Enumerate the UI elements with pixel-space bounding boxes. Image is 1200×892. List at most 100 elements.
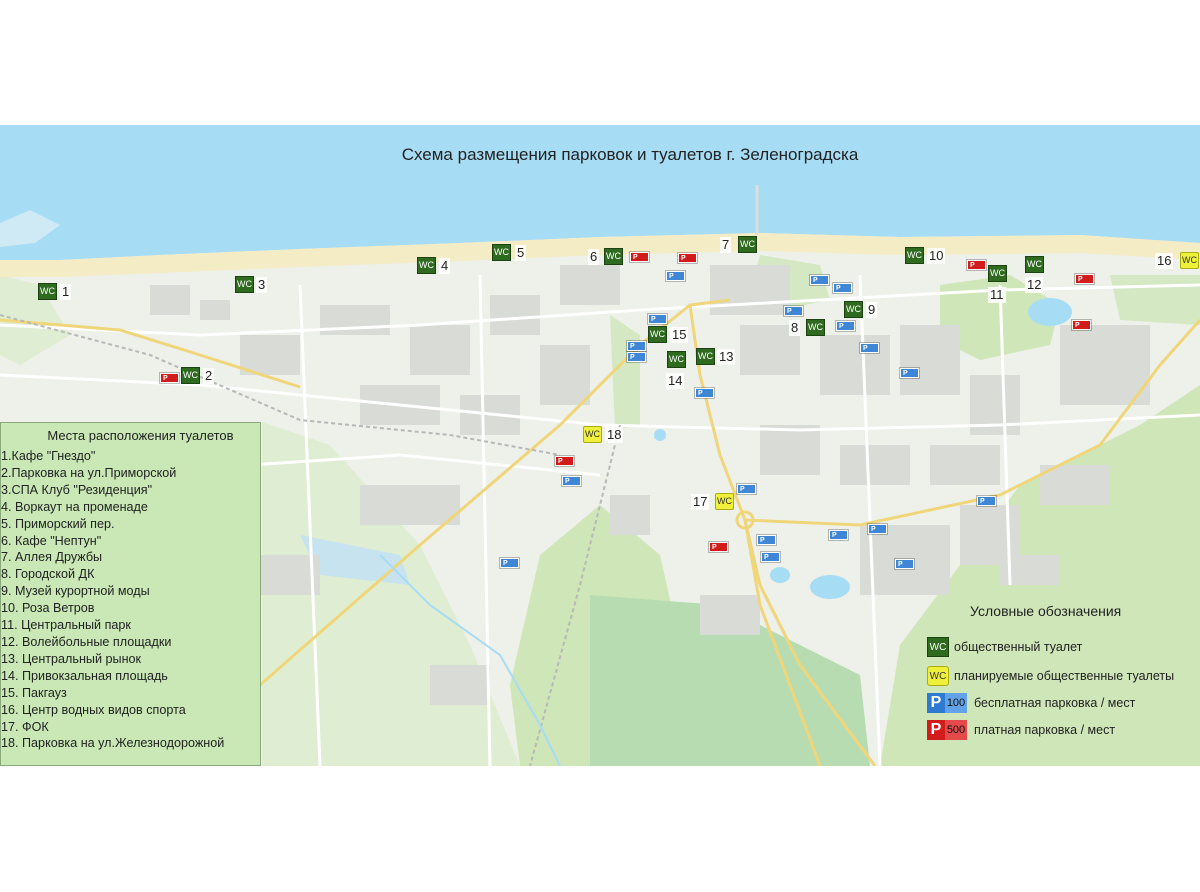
toilet-marker-num: 6 [588,249,600,265]
list-item: 7. Аллея Дружбы [1,550,103,565]
list-item: 17. ФОК [1,719,49,734]
toilet-marker-9[interactable]: WC [844,301,863,318]
toilet-marker-num: 1 [60,284,72,300]
toilet-marker-num: 5 [515,245,527,261]
list-item: 10. Роза Ветров [1,601,95,616]
planned-toilet-marker-18[interactable]: WC [583,426,602,443]
free-parking-marker[interactable]: P [860,343,879,353]
toilet-locations-list: 1.Кафе "Гнездо" 2.Парковка на ул.Приморс… [1,448,260,752]
toilet-marker-num: 7 [720,237,732,253]
free-parking-marker[interactable]: P [829,530,848,540]
toilet-marker-num: 11 [988,287,1006,303]
planned-toilet-marker-16[interactable]: WC [1180,252,1199,269]
toilet-marker-10[interactable]: WC [905,247,924,264]
free-parking-marker[interactable]: P [868,524,887,534]
list-item: 11. Центральный парк [1,618,131,633]
list-item: 14. Привокзальная площадь [1,668,168,683]
toilet-marker-num: 10 [927,248,946,264]
toilet-marker-5[interactable]: WC [492,244,511,261]
list-item: 2.Парковка на ул.Приморской [1,465,177,480]
planned-toilet-icon: WC [927,666,949,686]
toilet-marker-num: 2 [203,368,215,384]
parking-capacity: 500 [945,720,967,740]
toilet-marker-num: 18 [605,427,624,443]
legend-label: общественный туалет [954,640,1083,654]
paid-parking-marker[interactable]: P [1075,274,1094,284]
list-item: 16. Центр водных видов спорта [1,702,186,717]
toilet-marker-num: 14 [666,373,685,389]
paid-parking-marker[interactable]: P [709,542,728,552]
list-item: 3.СПА Клуб "Резиденция" [1,482,153,497]
paid-parking-marker[interactable]: P [967,260,986,270]
free-parking-marker[interactable]: P [648,314,667,324]
toilet-marker-num: 17 [691,494,710,510]
paid-parking-marker[interactable]: P [555,456,574,466]
free-parking-marker[interactable]: P [977,496,996,506]
toilet-locations-heading: Места расположения туалетов [47,428,234,443]
toilet-marker-num: 16 [1155,253,1174,269]
list-item: 1.Кафе "Гнездо" [1,449,96,463]
legend-heading: Условные обозначения [970,603,1122,619]
legend-label: планируемые общественные туалеты [954,669,1175,683]
toilet-marker-7[interactable]: WC [738,236,757,253]
list-item: 5. Приморский пер. [1,516,115,531]
toilet-marker-12[interactable]: WC [1025,256,1044,273]
free-parking-marker[interactable]: P [836,321,855,331]
parking-letter: P [927,693,945,713]
list-item: 18. Парковка на ул.Железнодорожной [1,736,225,751]
toilet-marker-14[interactable]: WC [667,351,686,368]
free-parking-marker[interactable]: P [895,559,914,569]
list-item: 4. Воркаут на променаде [1,499,148,514]
toilet-marker-3[interactable]: WC [235,276,254,293]
parking-letter: P [927,720,945,740]
free-parking-marker[interactable]: P [833,283,852,293]
toilet-marker-num: 13 [717,349,736,365]
toilet-marker-num: 4 [439,258,451,274]
free-parking-marker[interactable]: P [695,388,714,398]
toilet-marker-num: 12 [1025,277,1044,293]
free-parking-marker[interactable]: P [666,271,685,281]
free-parking-marker[interactable]: P [900,368,919,378]
legend-label: платная парковка / мест [974,723,1116,737]
list-item: 13. Центральный рынок [1,651,142,666]
toilet-marker-1[interactable]: WC [38,283,57,300]
paid-parking-marker[interactable]: P [160,373,179,383]
free-parking-marker[interactable]: P [500,558,519,568]
toilet-marker-num: 3 [256,277,268,293]
list-item: 15. Пакгауз [1,685,67,700]
free-parking-icon: P 100 [927,693,967,713]
free-parking-marker[interactable]: P [784,306,803,316]
toilet-marker-15[interactable]: WC [648,326,667,343]
paid-parking-marker[interactable]: P [1072,320,1091,330]
public-toilet-icon: WC [927,637,949,657]
parking-capacity: 100 [945,693,967,713]
paid-parking-icon: P 500 [927,720,967,740]
toilet-locations-panel: Места расположения туалетов 1.Кафе "Гнез… [0,422,261,766]
free-parking-marker[interactable]: P [562,476,581,486]
toilet-marker-13[interactable]: WC [696,348,715,365]
planned-toilet-marker-17[interactable]: WC [715,493,734,510]
list-item: 8. Городской ДК [1,567,95,582]
list-item: 9. Музей курортной моды [1,584,150,599]
toilet-marker-4[interactable]: WC [417,257,436,274]
free-parking-marker[interactable]: P [737,484,756,494]
paid-parking-marker[interactable]: P [630,252,649,262]
toilet-marker-2[interactable]: WC [181,367,200,384]
city-map: Схема размещения парковок и туалетов г. … [0,125,1200,766]
toilet-marker-8[interactable]: WC [806,319,825,336]
free-parking-marker[interactable]: P [627,352,646,362]
free-parking-marker[interactable]: P [627,341,646,351]
list-item: 6. Кафе "Нептун" [1,533,102,548]
toilet-marker-11[interactable]: WC [988,265,1007,282]
paid-parking-marker[interactable]: P [678,253,697,263]
free-parking-marker[interactable]: P [810,275,829,285]
list-item: 12. Волейбольные площадки [1,634,172,649]
legend-label: бесплатная парковка / мест [974,696,1136,710]
free-parking-marker[interactable]: P [761,552,780,562]
toilet-marker-num: 9 [866,302,878,318]
map-title: Схема размещения парковок и туалетов г. … [401,145,859,164]
map-legend: Условные обозначения WC общественный туа… [915,595,1200,766]
toilet-marker-6[interactable]: WC [604,248,623,265]
free-parking-marker[interactable]: P [757,535,776,545]
toilet-marker-num: 15 [670,327,689,343]
